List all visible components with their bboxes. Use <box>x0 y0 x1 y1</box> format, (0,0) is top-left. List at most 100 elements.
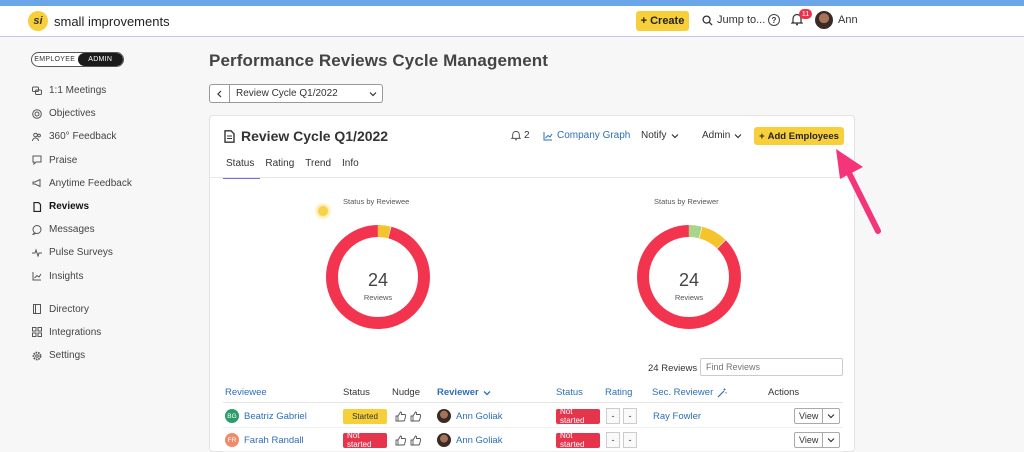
user-avatar <box>815 11 833 29</box>
sidebar-divider-space <box>32 288 132 298</box>
card-title-text: Review Cycle Q1/2022 <box>241 128 389 144</box>
tab-rating[interactable]: Rating <box>262 154 300 179</box>
sidebar-item-anytime-feedback[interactable]: Anytime Feedback <box>32 172 132 195</box>
nudge-cell <box>395 428 422 452</box>
reminders-button[interactable]: 2 <box>511 130 530 141</box>
toggle-admin[interactable]: ADMIN <box>77 53 123 66</box>
thumbs-up-icon[interactable] <box>410 435 422 446</box>
reviewer-status-donut[interactable]: 24 Reviews <box>634 222 744 332</box>
company-graph-link[interactable]: Company Graph <box>543 130 630 141</box>
reviewer-cell: Ann Goliak <box>437 428 502 452</box>
notify-label: Notify <box>641 130 667 141</box>
review-cycle-value: Review Cycle Q1/2022 <box>236 88 338 99</box>
reviewee-link[interactable]: Beatriz Gabriel <box>244 411 307 422</box>
review-cycle-card: Review Cycle Q1/2022 2 Company Graph Not… <box>209 115 855 452</box>
admin-label: Admin <box>702 130 731 141</box>
tab-trend[interactable]: Trend <box>302 154 337 179</box>
notification-count-badge: 11 <box>799 9 812 19</box>
jump-label: Jump to... <box>717 14 766 26</box>
plus-icon: + <box>640 15 648 27</box>
reviewee-cell: BG Beatriz Gabriel <box>225 404 307 428</box>
reviewer-link[interactable]: Ann Goliak <box>456 435 502 446</box>
thumbs-up-icon[interactable] <box>395 435 407 446</box>
sec-reviewer-cell: Ray Fowler <box>653 404 701 428</box>
status-badge: Started <box>343 408 387 424</box>
reminder-count: 2 <box>524 130 530 141</box>
sidebar-item-objectives[interactable]: Objectives <box>32 102 132 125</box>
reviewer-status-cell: Not started <box>556 428 600 452</box>
sidebar-item-directory[interactable]: Directory <box>32 298 132 321</box>
view-button[interactable]: View <box>794 432 841 448</box>
decorative-sun-icon <box>318 206 328 216</box>
thumbs-up-icon[interactable] <box>395 411 407 422</box>
sidebar-item-settings[interactable]: Settings <box>32 344 132 367</box>
rating-value: - <box>606 432 620 448</box>
reviews-count: 24 Reviews <box>648 363 698 374</box>
megaphone-icon <box>32 179 41 188</box>
rating-value: - <box>606 408 620 424</box>
user-menu[interactable]: Ann <box>815 11 858 29</box>
view-button[interactable]: View <box>794 408 841 424</box>
help-icon[interactable]: ? <box>768 14 780 26</box>
chevron-down-icon <box>671 133 678 138</box>
donut-center-value: 24 <box>368 270 388 290</box>
header-reviewer[interactable]: Reviewer <box>437 387 491 398</box>
notify-dropdown[interactable]: Notify <box>641 130 679 141</box>
sec-reviewer-link[interactable]: Ray Fowler <box>653 411 701 422</box>
pulse-icon <box>32 248 42 258</box>
sidebar-item-label: Anytime Feedback <box>49 177 132 189</box>
back-button[interactable] <box>210 85 230 102</box>
document-icon <box>224 129 235 143</box>
reviewee-status-donut[interactable]: 24 Reviews <box>323 222 433 332</box>
chevron-down-icon[interactable] <box>822 409 839 423</box>
bell-icon <box>511 130 521 141</box>
sidebar-item-pulse-surveys[interactable]: Pulse Surveys <box>32 241 132 264</box>
grid-icon <box>32 327 42 338</box>
review-cycle-selector[interactable]: Review Cycle Q1/2022 <box>209 84 383 103</box>
line-chart-icon <box>543 131 553 140</box>
thumbs-up-icon[interactable] <box>410 411 422 422</box>
create-button[interactable]: + Create <box>636 11 689 31</box>
chevron-down-icon[interactable] <box>822 433 839 447</box>
gear-icon <box>32 351 42 361</box>
sidebar-item-messages[interactable]: Messages <box>32 218 132 241</box>
sidebar-item-insights[interactable]: Insights <box>32 265 132 288</box>
document-icon <box>33 201 42 212</box>
actions-cell: View <box>794 404 841 428</box>
page-title: Performance Reviews Cycle Management <box>209 51 549 70</box>
find-reviews-input[interactable] <box>700 358 843 376</box>
table-row: BG Beatriz Gabriel Started Ann Goliak No… <box>223 404 843 428</box>
avatar: BG <box>225 409 239 423</box>
status-badge: Not started <box>556 431 600 449</box>
tab-info[interactable]: Info <box>339 154 365 179</box>
reviewee-link[interactable]: Farah Randall <box>244 435 304 446</box>
add-employees-button[interactable]: + Add Employees <box>754 127 844 145</box>
sidebar-item-reviews[interactable]: Reviews <box>32 195 132 218</box>
header-sec-reviewer[interactable]: Sec. Reviewer <box>652 387 727 398</box>
sidebar-item-1-1-meetings[interactable]: 1:1 Meetings <box>32 79 132 102</box>
reviewer-link[interactable]: Ann Goliak <box>456 411 502 422</box>
sidebar-item-praise[interactable]: Praise <box>32 149 132 172</box>
toggle-employee[interactable]: EMPLOYEE <box>32 53 78 66</box>
tab-status[interactable]: Status <box>223 154 261 179</box>
sidebar-item-360-feedback[interactable]: 360° Feedback <box>32 125 132 148</box>
app-logo[interactable]: si small improvements <box>28 11 170 31</box>
view-label: View <box>799 411 819 421</box>
header-reviewer-status[interactable]: Status <box>556 387 583 398</box>
header-status[interactable]: Status <box>343 387 370 398</box>
jump-to-search[interactable]: Jump to... <box>702 14 765 26</box>
chevron-down-icon <box>734 133 742 138</box>
sidebar-item-integrations[interactable]: Integrations <box>32 321 132 344</box>
chat-bubbles-icon <box>32 86 42 95</box>
role-toggle[interactable]: EMPLOYEE ADMIN <box>31 52 124 67</box>
header-reviewee[interactable]: Reviewee <box>225 387 267 398</box>
rating-cell: - - <box>606 428 637 452</box>
reviewer-cell: Ann Goliak <box>437 404 502 428</box>
header-rating[interactable]: Rating <box>605 387 632 398</box>
plus-icon: + <box>759 130 765 142</box>
reviewee-cell: FR Farah Randall <box>225 428 304 452</box>
sidebar-item-label: Reviews <box>49 201 90 213</box>
header-actions: Actions <box>768 387 800 398</box>
admin-dropdown[interactable]: Admin <box>702 130 742 141</box>
sidebar-item-label: Settings <box>49 350 86 362</box>
